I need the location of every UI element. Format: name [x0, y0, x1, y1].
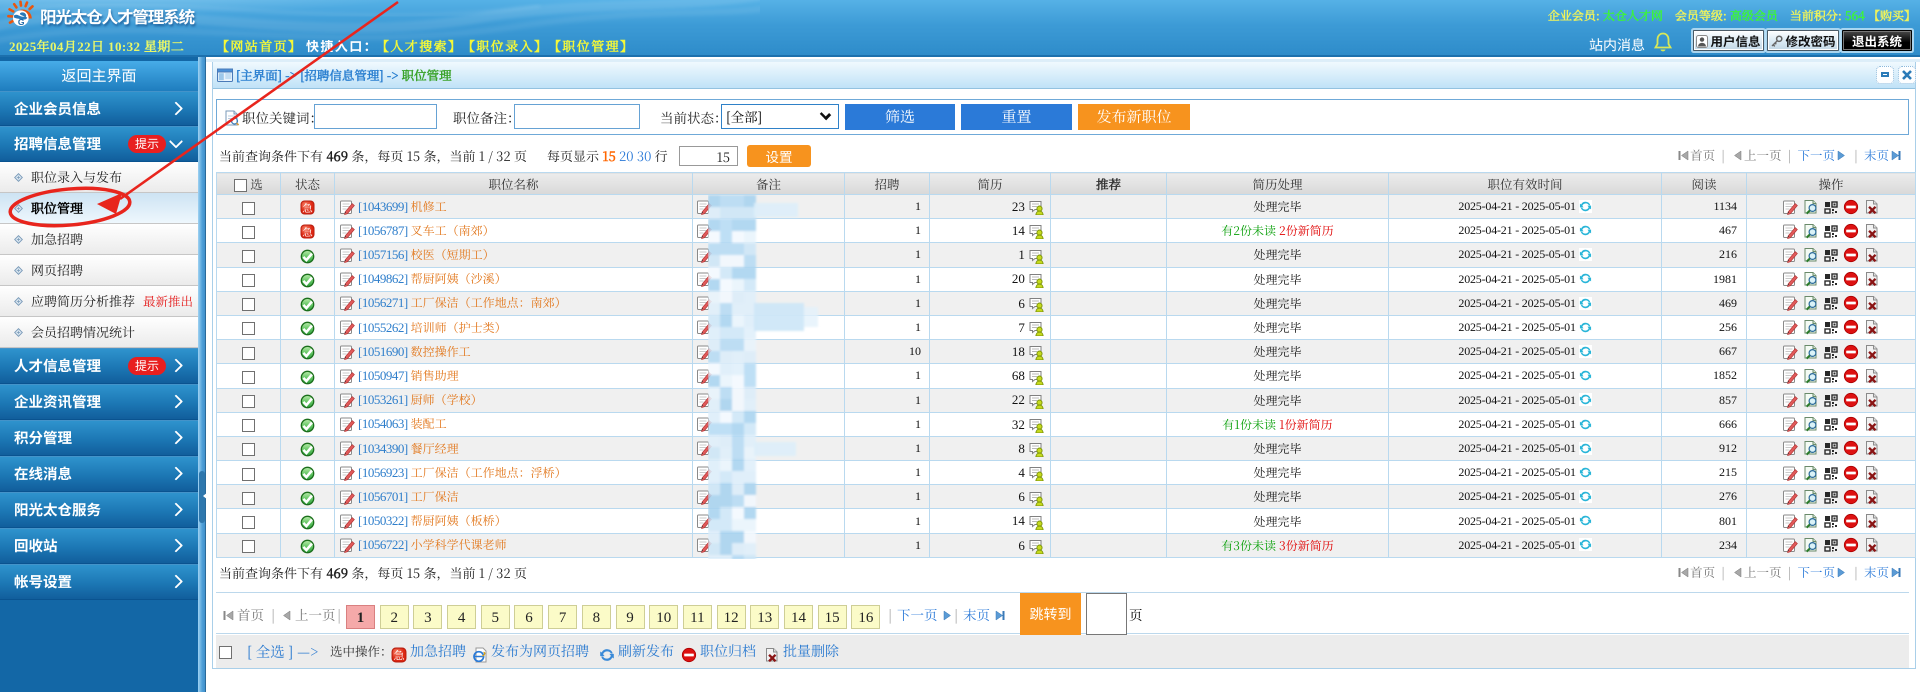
svg-text:G: G: [18, 17, 25, 27]
svg-text:急: 急: [302, 225, 313, 239]
svg-text:急: 急: [393, 648, 405, 663]
svg-text:急: 急: [302, 201, 313, 215]
